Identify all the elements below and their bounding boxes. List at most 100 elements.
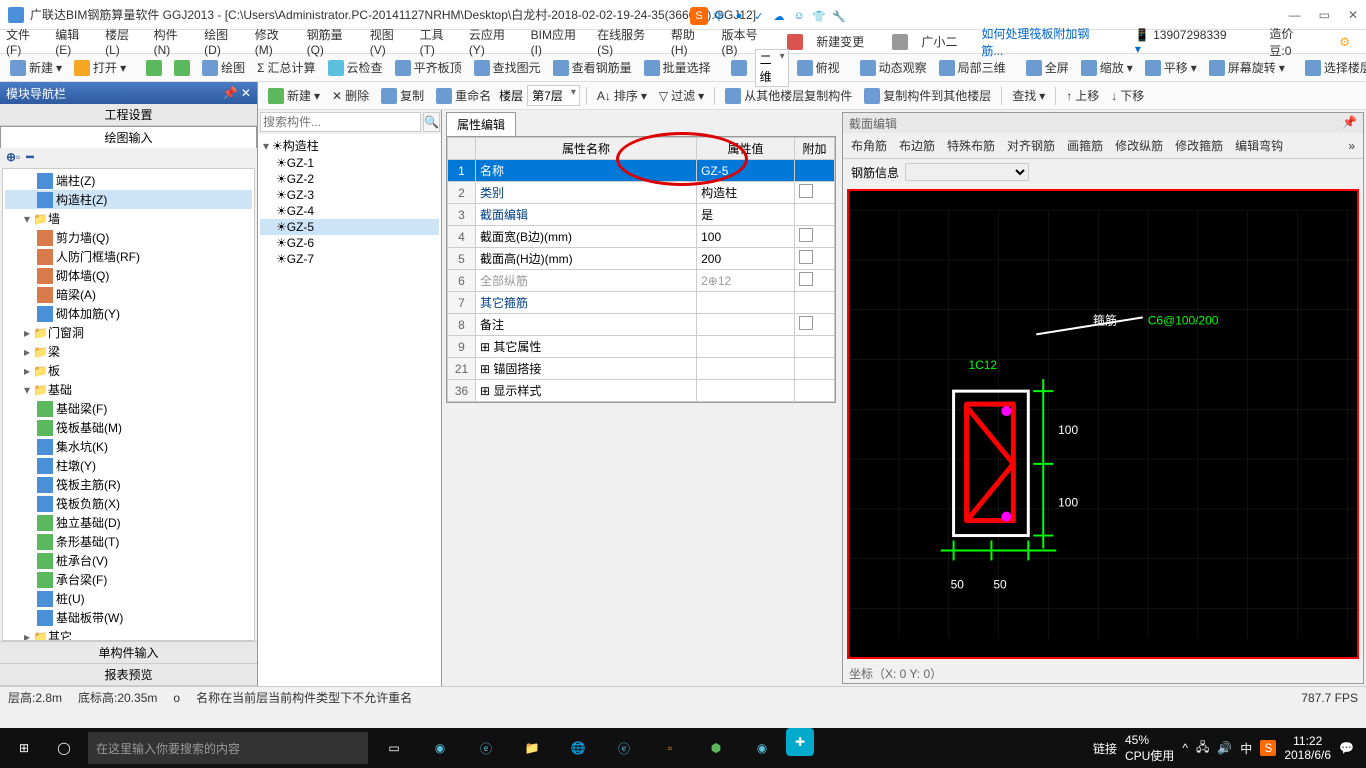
pan-button[interactable]: 平移 ▾	[1141, 57, 1201, 78]
tree-liang[interactable]: ▸📁 梁	[5, 342, 252, 361]
rebar-info-select[interactable]	[905, 163, 1029, 181]
tray-net-icon[interactable]: 🖧	[1196, 738, 1209, 759]
app5-icon[interactable]: ✚	[786, 728, 814, 756]
tree-chengtailiang[interactable]: 承台梁(F)	[5, 570, 252, 589]
user-button[interactable]: 广小二	[888, 31, 971, 52]
new-button[interactable]: 新建 ▾	[6, 57, 66, 78]
tree-dulijichu[interactable]: 独立基础(D)	[5, 513, 252, 532]
menu-help[interactable]: 帮助(H)	[671, 26, 712, 57]
ime-shirt[interactable]: 👕	[810, 7, 828, 25]
close-button[interactable]: ✕	[1348, 8, 1358, 22]
ie-icon[interactable]: ⓔ	[602, 728, 646, 768]
search-input[interactable]	[260, 112, 421, 132]
menu-floor[interactable]: 楼层(L)	[105, 26, 144, 57]
tree-ban[interactable]: ▸📁 板	[5, 361, 252, 380]
pin-icon[interactable]: 📌 ✕	[223, 86, 251, 100]
help-link[interactable]: 如何处理筏板附加钢筋...	[981, 25, 1110, 59]
component-tree[interactable]: 端柱(Z) 构造柱(Z) ▾📁 墙 剪力墙(Q) 人防门框墙(RF) 砌体墙(Q…	[2, 168, 255, 641]
cortana-icon[interactable]: ◯	[44, 741, 84, 755]
tree-qitiqiang[interactable]: 砌体墙(Q)	[5, 266, 252, 285]
comp-gz5[interactable]: ☀ GZ-5	[260, 219, 439, 235]
tray-ime-icon[interactable]: 中	[1240, 740, 1252, 757]
menu-draw[interactable]: 绘图(D)	[204, 26, 245, 57]
tab-corner[interactable]: 布角筋	[851, 137, 887, 154]
tree-tiaoxingjichu[interactable]: 条形基础(T)	[5, 532, 252, 551]
tree-zhuang[interactable]: 桩(U)	[5, 589, 252, 608]
tab-edge[interactable]: 布边筋	[899, 137, 935, 154]
minimize-button[interactable]: —	[1289, 8, 1301, 22]
collapse-icon[interactable]: ━	[26, 150, 33, 166]
taskview-icon[interactable]: ▭	[372, 728, 416, 768]
user-phone[interactable]: 📱 13907298339 ▾	[1135, 28, 1246, 56]
new-change-button[interactable]: 新建变更	[783, 31, 878, 52]
up-button[interactable]: ↑ 上移	[1062, 85, 1103, 106]
menu-bim[interactable]: BIM应用(I)	[531, 26, 587, 57]
tree-qitijiajin[interactable]: 砌体加筋(Y)	[5, 304, 252, 323]
comp-gz4[interactable]: ☀ GZ-4	[260, 203, 439, 219]
top-view-button[interactable]: 俯视	[793, 57, 844, 78]
section-canvas[interactable]: 1C12 箍筋 C6@100/200 100	[847, 189, 1359, 659]
app1-icon[interactable]: ◉	[418, 728, 462, 768]
section-pin-icon[interactable]: 📌	[1342, 115, 1357, 129]
tree-jichubandai[interactable]: 基础板带(W)	[5, 608, 252, 627]
ime-dot[interactable]: ●	[730, 7, 748, 25]
tabs-more-icon[interactable]: »	[1348, 139, 1355, 153]
edge-icon[interactable]: ⓔ	[464, 728, 508, 768]
maximize-button[interactable]: ▭	[1319, 8, 1330, 22]
ime-face[interactable]: ☺	[790, 7, 808, 25]
tree-jichu[interactable]: ▾📁 基础	[5, 380, 252, 399]
rotate-button[interactable]: 屏幕旋转 ▾	[1205, 57, 1289, 78]
redo-button[interactable]	[170, 58, 194, 78]
tree-jichuliang[interactable]: 基础梁(F)	[5, 399, 252, 418]
tree-duanzhu[interactable]: 端柱(Z)	[5, 171, 252, 190]
open-button[interactable]: 打开 ▾	[70, 57, 130, 78]
tab-special[interactable]: 特殊布筋	[947, 137, 995, 154]
select-floor-button[interactable]: 选择楼层	[1301, 57, 1366, 78]
undo-button[interactable]	[142, 58, 166, 78]
component-list[interactable]: ▾☀ 构造柱 ☀ GZ-1 ☀ GZ-2 ☀ GZ-3 ☀ GZ-4 ☀ GZ-…	[258, 134, 441, 686]
tab-mod-long[interactable]: 修改纵筋	[1115, 137, 1163, 154]
2d-button[interactable]	[727, 58, 751, 78]
ime-lang[interactable]: 中	[710, 7, 728, 25]
comp-gz1[interactable]: ☀ GZ-1	[260, 155, 439, 171]
prop-tab[interactable]: 属性编辑	[446, 112, 516, 136]
taskbar-search[interactable]: 在这里输入你要搜索的内容	[88, 732, 368, 764]
dim-dropdown[interactable]: 二维	[755, 49, 789, 87]
comp-new-button[interactable]: 新建 ▾	[264, 85, 324, 106]
tree-gouzaozhu[interactable]: 构造柱(Z)	[5, 190, 252, 209]
tray-up-icon[interactable]: ^	[1182, 741, 1188, 755]
coin-icon[interactable]: ⚙	[1339, 35, 1350, 49]
filter-button[interactable]: ▽ 过滤 ▾	[655, 85, 708, 106]
ime-tool[interactable]: 🔧	[830, 7, 848, 25]
copy-from-button[interactable]: 从其他楼层复制构件	[721, 85, 856, 106]
local-3d-button[interactable]: 局部三维	[935, 57, 1010, 78]
fullscreen-button[interactable]: 全屏	[1022, 57, 1073, 78]
menu-component[interactable]: 构件(N)	[154, 26, 195, 57]
tab-hook[interactable]: 编辑弯钩	[1235, 137, 1283, 154]
view-rebar-button[interactable]: 查看钢筋量	[549, 57, 636, 78]
tab-align[interactable]: 对齐钢筋	[1007, 137, 1055, 154]
comp-gz6[interactable]: ☀ GZ-6	[260, 235, 439, 251]
comp-rename-button[interactable]: 重命名	[432, 85, 495, 106]
draw-button[interactable]: 绘图	[198, 57, 249, 78]
chrome-icon[interactable]: 🌐	[556, 728, 600, 768]
comp-root[interactable]: ▾☀ 构造柱	[260, 136, 439, 155]
zoom-button[interactable]: 缩放 ▾	[1077, 57, 1137, 78]
tray-link[interactable]: 链接	[1093, 740, 1117, 757]
ime-cloud[interactable]: ☁	[770, 7, 788, 25]
tree-renfang[interactable]: 人防门框墙(RF)	[5, 247, 252, 266]
app4-icon[interactable]: ◉	[740, 728, 784, 768]
app3-icon[interactable]: ⬢	[694, 728, 738, 768]
level-top-button[interactable]: 平齐板顶	[391, 57, 466, 78]
menu-edit[interactable]: 编辑(E)	[55, 26, 95, 57]
cloud-check-button[interactable]: 云检查	[324, 57, 387, 78]
tree-zhuangchengtai[interactable]: 桩承台(V)	[5, 551, 252, 570]
menu-rebar[interactable]: 钢筋量(Q)	[307, 26, 360, 57]
tray-clock[interactable]: 11:222018/6/6	[1284, 734, 1331, 762]
level-dropdown[interactable]: 第7层	[527, 85, 580, 106]
tray-vol-icon[interactable]: 🔊	[1217, 741, 1232, 755]
tree-jishuikeng[interactable]: 集水坑(K)	[5, 437, 252, 456]
search-button[interactable]: 🔍	[423, 112, 440, 132]
tray-notif-icon[interactable]: 💬	[1339, 741, 1354, 755]
find-button[interactable]: 查找 ▾	[1008, 85, 1049, 106]
